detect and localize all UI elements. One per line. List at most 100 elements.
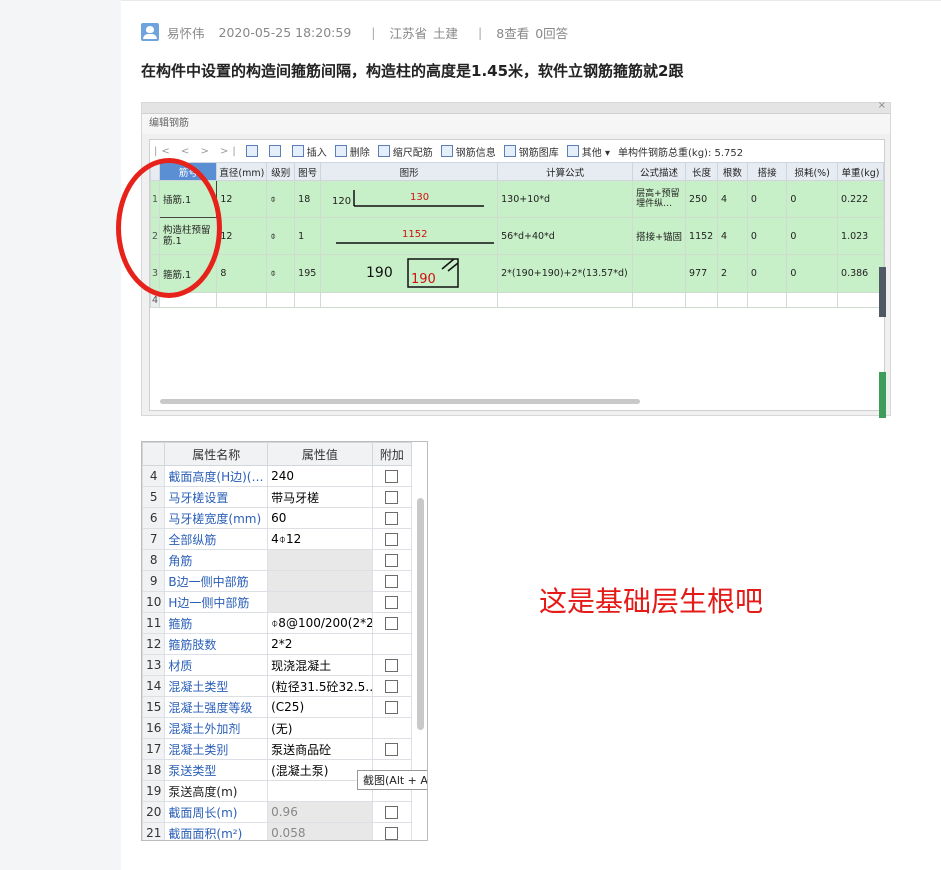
rebar-info-button[interactable]: 钢筋信息 <box>440 144 496 159</box>
append-checkbox[interactable] <box>385 827 399 840</box>
append-cell[interactable] <box>371 465 413 487</box>
figure-no-cell[interactable]: 18 <box>294 180 322 218</box>
property-value[interactable]: 0.96 <box>267 801 373 823</box>
property-value[interactable] <box>267 549 373 571</box>
append-cell[interactable] <box>371 696 413 718</box>
col-header[interactable]: 损耗(%) <box>786 162 839 181</box>
scale-rebar-button[interactable]: 缩尺配筋 <box>377 144 433 159</box>
diameter-cell[interactable]: 12 <box>216 180 268 218</box>
append-checkbox[interactable] <box>385 512 399 525</box>
append-cell[interactable] <box>371 654 413 676</box>
formula-cell[interactable]: 130+10*d <box>497 180 634 218</box>
lap-cell[interactable]: 0 <box>746 254 788 293</box>
property-value[interactable]: 4⌽12 <box>267 528 373 550</box>
loss-cell[interactable]: 0 <box>786 217 839 255</box>
append-checkbox[interactable] <box>385 533 399 546</box>
append-checkbox[interactable] <box>385 701 399 714</box>
lap-cell[interactable]: 0 <box>746 180 788 218</box>
unit-weight-cell[interactable]: 1.023 <box>837 217 884 255</box>
append-checkbox[interactable] <box>385 575 399 588</box>
length-cell[interactable]: 250 <box>685 180 719 218</box>
empty-cell[interactable] <box>632 292 687 308</box>
empty-cell[interactable] <box>216 292 268 308</box>
append-checkbox[interactable] <box>385 554 399 567</box>
append-cell[interactable] <box>371 612 413 634</box>
shape-cell[interactable]: 190 190 <box>320 254 499 293</box>
append-cell[interactable] <box>371 801 413 823</box>
lap-cell[interactable]: 0 <box>746 217 788 255</box>
property-value[interactable]: 带马牙槎 <box>267 486 373 508</box>
length-cell[interactable]: 977 <box>685 254 719 293</box>
figure-no-cell[interactable]: 195 <box>294 254 322 293</box>
table-row[interactable]: 3 箍筋.1 8 ⌽ 195 190 190 2*(190+190)+2*(13… <box>149 254 884 293</box>
move-up-icon[interactable] <box>245 145 261 157</box>
side-dock-bar[interactable] <box>879 267 886 317</box>
shape-cell[interactable]: 120 130 <box>320 180 499 218</box>
append-cell[interactable] <box>371 717 413 739</box>
col-header[interactable]: 公式描述 <box>632 162 687 181</box>
append-checkbox[interactable] <box>385 470 399 483</box>
empty-cell[interactable] <box>717 292 748 308</box>
close-icon[interactable]: × <box>878 100 886 111</box>
table-row[interactable]: 4 <box>149 292 884 308</box>
empty-cell[interactable] <box>497 292 634 308</box>
table-row[interactable]: 10 H边一侧中部筋 <box>142 591 413 613</box>
empty-cell[interactable] <box>685 292 719 308</box>
diameter-cell[interactable]: 12 <box>216 217 268 255</box>
other-menu-button[interactable]: 其他 ▾ <box>566 144 610 159</box>
property-value[interactable]: 现浇混凝土 <box>267 654 373 676</box>
table-row[interactable]: 16 混凝土外加剂 (无) <box>142 717 413 739</box>
append-cell[interactable] <box>371 486 413 508</box>
loss-cell[interactable]: 0 <box>786 254 839 293</box>
count-cell[interactable]: 4 <box>717 180 748 218</box>
append-cell[interactable] <box>371 822 413 840</box>
col-header[interactable]: 直径(mm) <box>216 162 268 181</box>
col-header[interactable]: 图形 <box>320 162 499 181</box>
col-header[interactable]: 级别 <box>266 162 296 181</box>
user-avatar-icon[interactable] <box>141 23 159 41</box>
horizontal-scrollbar[interactable] <box>160 399 640 404</box>
col-header[interactable]: 图号 <box>294 162 322 181</box>
property-value[interactable]: (无) <box>267 717 373 739</box>
empty-cell[interactable] <box>786 292 839 308</box>
table-row[interactable]: 11 箍筋 ⌽8@100/200(2*2 <box>142 612 413 634</box>
table-row[interactable]: 7 全部纵筋 4⌽12 <box>142 528 413 550</box>
table-row[interactable]: 6 马牙槎宽度(mm) 60 <box>142 507 413 529</box>
append-cell[interactable] <box>371 738 413 760</box>
table-row[interactable]: 2 构造柱预留筋.1 12 ⌽ 1 1152 56*d+40*d 搭接+锚固 1… <box>149 217 884 255</box>
empty-cell[interactable] <box>320 292 499 308</box>
append-checkbox[interactable] <box>385 806 399 819</box>
table-row[interactable]: 9 B边一侧中部筋 <box>142 570 413 592</box>
append-cell[interactable] <box>371 633 413 655</box>
formula-desc-cell[interactable] <box>632 254 687 293</box>
record-nav[interactable]: |< < > >| <box>154 146 240 157</box>
append-cell[interactable] <box>371 507 413 529</box>
append-cell[interactable] <box>371 570 413 592</box>
append-checkbox[interactable] <box>385 659 399 672</box>
append-cell[interactable] <box>371 675 413 697</box>
table-row[interactable]: 1 插筋.1 12 ⌽ 18 120 130 130+10*d 层高+预留埋件纵… <box>149 180 884 218</box>
col-header[interactable]: 计算公式 <box>497 162 634 181</box>
rebar-library-button[interactable]: 钢筋图库 <box>503 144 559 159</box>
col-header[interactable]: 搭接 <box>746 162 788 181</box>
append-checkbox[interactable] <box>385 617 399 630</box>
table-row[interactable]: 13 材质 现浇混凝土 <box>142 654 413 676</box>
table-row[interactable]: 20 截面周长(m) 0.96 <box>142 801 413 823</box>
append-cell[interactable] <box>371 591 413 613</box>
table-row[interactable]: 5 马牙槎设置 带马牙槎 <box>142 486 413 508</box>
formula-cell[interactable]: 2*(190+190)+2*(13.57*d) <box>497 254 634 293</box>
empty-cell[interactable] <box>746 292 788 308</box>
figure-no-cell[interactable]: 1 <box>294 217 322 255</box>
vertical-scrollbar[interactable] <box>417 498 424 730</box>
empty-cell[interactable] <box>266 292 296 308</box>
append-checkbox[interactable] <box>385 596 399 609</box>
grade-cell[interactable]: ⌽ <box>266 180 296 218</box>
count-cell[interactable]: 2 <box>717 254 748 293</box>
author-name[interactable]: 易怀伟 <box>167 23 205 42</box>
table-row[interactable]: 14 混凝土类型 (粒径31.5砼32.5… <box>142 675 413 697</box>
col-header[interactable]: 单重(kg) <box>837 162 884 181</box>
col-header[interactable]: 长度 <box>685 162 719 181</box>
formula-desc-cell[interactable]: 层高+预留埋件纵… <box>632 180 687 218</box>
grade-cell[interactable]: ⌽ <box>266 217 296 255</box>
move-down-icon[interactable] <box>268 145 284 157</box>
